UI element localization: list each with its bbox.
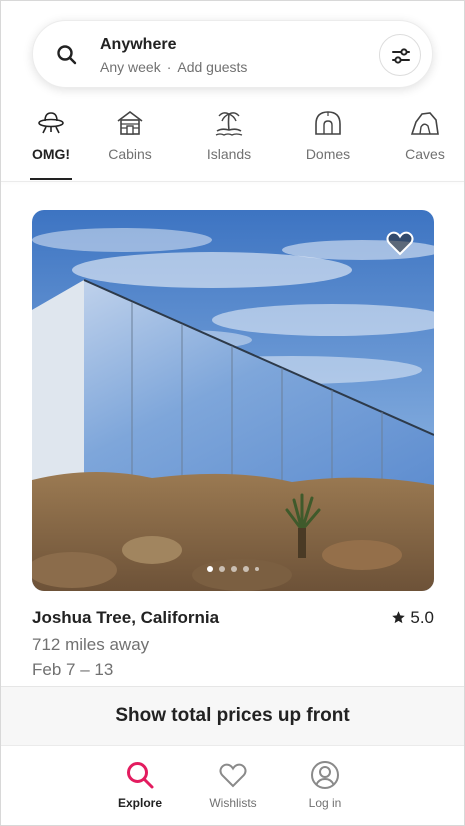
category-label: Caves xyxy=(405,146,445,162)
search-separator: · xyxy=(166,59,172,75)
listing-dates: Feb 7 – 13 xyxy=(32,660,114,679)
listing-image xyxy=(32,210,434,591)
cave-icon xyxy=(410,112,439,135)
bottom-nav: Explore Wishlists Log in xyxy=(0,745,465,826)
search-destination: Anywhere xyxy=(100,36,177,53)
nav-label: Wishlists xyxy=(209,796,257,810)
filter-icon xyxy=(392,48,410,64)
nav-label: Log in xyxy=(308,796,342,810)
category-label: OMG! xyxy=(31,146,71,162)
search-details: Any week · Add guests xyxy=(100,59,247,75)
nav-explore[interactable]: Explore xyxy=(90,760,190,810)
photo-pagination xyxy=(32,559,434,577)
star-icon xyxy=(392,611,406,624)
palm-island-icon xyxy=(215,112,243,136)
category-divider xyxy=(0,181,465,182)
category-islands[interactable]: Islands xyxy=(202,104,256,182)
nav-wishlists[interactable]: Wishlists xyxy=(183,760,283,810)
pagination-dot xyxy=(207,566,213,572)
search-icon xyxy=(127,762,154,789)
active-category-underline xyxy=(30,178,72,180)
category-caves[interactable]: Caves xyxy=(402,104,448,182)
listing-photo[interactable] xyxy=(32,210,434,591)
search-bar[interactable]: Anywhere Any week · Add guests xyxy=(32,20,433,88)
category-bar: OMG! Cabins Islands Domes Caves xyxy=(0,104,465,182)
search-icon xyxy=(57,45,77,65)
search-when: Any week xyxy=(100,59,161,75)
pagination-dot xyxy=(255,567,259,571)
pagination-dot xyxy=(219,566,225,572)
pagination-dot xyxy=(243,566,249,572)
filters-button[interactable] xyxy=(379,34,421,76)
heart-icon xyxy=(219,763,247,788)
listing-rating: 5.0 xyxy=(391,608,434,628)
category-label: Cabins xyxy=(108,146,152,162)
category-omg[interactable]: OMG! xyxy=(30,104,72,182)
category-label: Domes xyxy=(305,146,351,162)
cabin-icon xyxy=(117,111,143,135)
rating-value: 5.0 xyxy=(410,608,434,627)
search-guests: Add guests xyxy=(177,59,248,75)
show-total-prices-toggle[interactable]: Show total prices up front xyxy=(0,686,465,745)
user-icon xyxy=(311,761,339,789)
category-label: Islands xyxy=(206,146,252,162)
pagination-dot xyxy=(231,566,237,572)
nav-label: Explore xyxy=(117,796,162,810)
nav-login[interactable]: Log in xyxy=(275,760,375,810)
ufo-icon xyxy=(38,112,64,134)
save-to-wishlist-icon[interactable] xyxy=(386,230,414,256)
category-domes[interactable]: Domes xyxy=(302,104,354,182)
listing-distance: 712 miles away xyxy=(32,635,150,654)
listing-location[interactable]: Joshua Tree, California xyxy=(32,608,219,628)
dome-icon xyxy=(315,111,341,135)
category-cabins[interactable]: Cabins xyxy=(104,104,156,182)
